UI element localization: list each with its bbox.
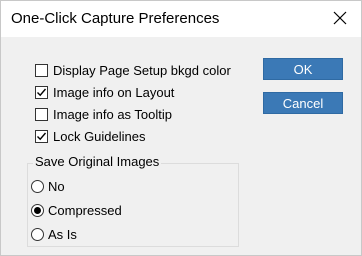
close-icon (333, 11, 347, 28)
radio-label: Compressed (48, 202, 122, 218)
option-label: Image info as Tooltip (53, 106, 172, 122)
checkbox[interactable] (35, 85, 48, 99)
radio-as-is[interactable]: As Is (31, 225, 77, 243)
option-lock-guidelines[interactable]: Lock Guidelines (35, 127, 146, 145)
dialog-title: One-Click Capture Preferences (11, 10, 220, 27)
preferences-dialog: One-Click Capture Preferences Display Pa… (0, 0, 362, 256)
option-display-page-setup-bkgd-color[interactable]: Display Page Setup bkgd color (35, 61, 231, 79)
close-button[interactable] (319, 1, 361, 37)
checkbox[interactable] (35, 63, 48, 77)
ok-button[interactable]: OK (263, 58, 343, 80)
radio-button[interactable] (31, 203, 44, 217)
group-label: Save Original Images (33, 154, 162, 169)
radio-no[interactable]: No (31, 177, 65, 195)
option-label: Image info on Layout (53, 84, 175, 100)
radio-compressed[interactable]: Compressed (31, 201, 122, 219)
option-label: Lock Guidelines (53, 128, 146, 144)
radio-button[interactable] (31, 179, 44, 193)
cancel-button[interactable]: Cancel (263, 92, 343, 114)
option-image-info-as-tooltip[interactable]: Image info as Tooltip (35, 105, 172, 123)
radio-label: No (48, 178, 65, 194)
option-label: Display Page Setup bkgd color (53, 62, 231, 78)
checkbox[interactable] (35, 129, 48, 143)
radio-button[interactable] (31, 227, 44, 241)
radio-selected-dot (34, 206, 41, 214)
radio-label: As Is (48, 226, 77, 242)
checkbox[interactable] (35, 107, 48, 121)
option-image-info-on-layout[interactable]: Image info on Layout (35, 83, 174, 101)
title-bar: One-Click Capture Preferences (1, 1, 361, 37)
